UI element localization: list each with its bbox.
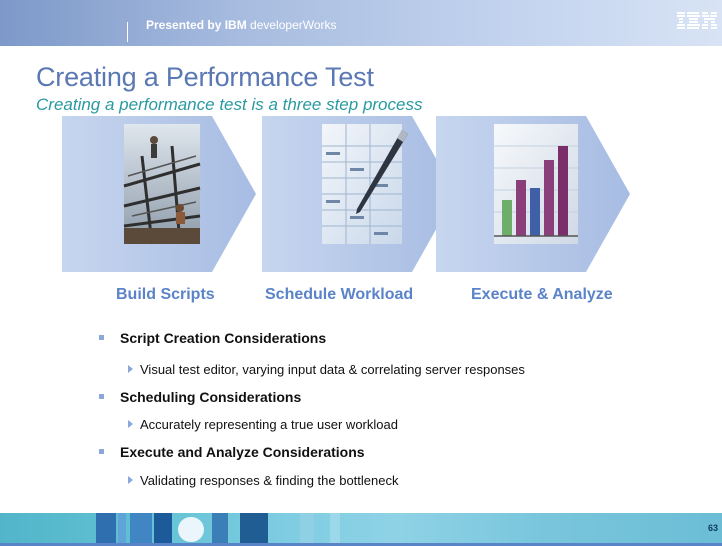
step-build-scripts: [62, 116, 256, 272]
bullet-heading: Script Creation Considerations: [120, 330, 327, 346]
construction-photo-icon: [62, 116, 256, 272]
step-schedule-workload: [262, 116, 456, 272]
step-label-execute-analyze: Execute & Analyze: [471, 286, 613, 303]
footer-graphic-block: [96, 513, 116, 546]
sub-bullet-text: Accurately representing a true user work…: [140, 417, 398, 432]
triangle-bullet-icon: [128, 476, 133, 484]
bullet-execute-analyze: Execute and Analyze Considerations: [99, 444, 365, 460]
sub-bullet-text: Visual test editor, varying input data &…: [140, 362, 525, 377]
footer-graphic-block: [212, 513, 228, 546]
pen-spreadsheet-photo-icon: [262, 116, 456, 272]
step-label-schedule-workload: Schedule Workload: [265, 286, 414, 303]
page-number: 63: [707, 523, 718, 533]
presented-by-text: Presented by IBM developerWorks: [146, 18, 337, 32]
sub-bullet-execute-analyze: Validating responses & finding the bottl…: [128, 473, 399, 488]
developerworks-label: developerWorks: [246, 18, 337, 32]
presented-by-ibm: Presented by IBM: [146, 18, 247, 32]
square-bullet-icon: [99, 394, 104, 399]
footer-graphic-block: [130, 513, 152, 546]
square-bullet-icon: [99, 449, 104, 454]
bullet-scheduling: Scheduling Considerations: [99, 389, 302, 405]
bullet-script-creation: Script Creation Considerations: [99, 330, 327, 346]
footer-graphic-block: [178, 517, 204, 542]
footer-graphic-block: [300, 513, 314, 546]
banner-divider: [127, 22, 128, 42]
sub-bullet-scheduling: Accurately representing a true user work…: [128, 417, 398, 432]
step-execute-analyze: [436, 116, 630, 272]
step-label-build-scripts: Build Scripts: [116, 286, 215, 303]
triangle-bullet-icon: [128, 420, 133, 428]
footer-band: 63: [0, 513, 722, 546]
header-banner: Presented by IBM developerWorks: [0, 0, 722, 46]
sub-bullet-text: Validating responses & finding the bottl…: [140, 473, 399, 488]
footer-graphic-block: [330, 513, 340, 546]
footer-graphic-block: [118, 513, 126, 546]
bullet-heading: Execute and Analyze Considerations: [120, 444, 365, 460]
sub-bullet-script-creation: Visual test editor, varying input data &…: [128, 362, 525, 377]
footer-graphic-block: [154, 513, 172, 546]
bullet-heading: Scheduling Considerations: [120, 389, 302, 405]
slide-title: Creating a Performance Test: [36, 62, 374, 92]
slide-subtitle: Creating a performance test is a three s…: [36, 95, 423, 114]
ibm-logo-icon: [677, 12, 717, 29]
footer-graphic-block: [240, 513, 268, 546]
triangle-bullet-icon: [128, 365, 133, 373]
square-bullet-icon: [99, 335, 104, 340]
bar-chart-photo-icon: [436, 116, 630, 272]
